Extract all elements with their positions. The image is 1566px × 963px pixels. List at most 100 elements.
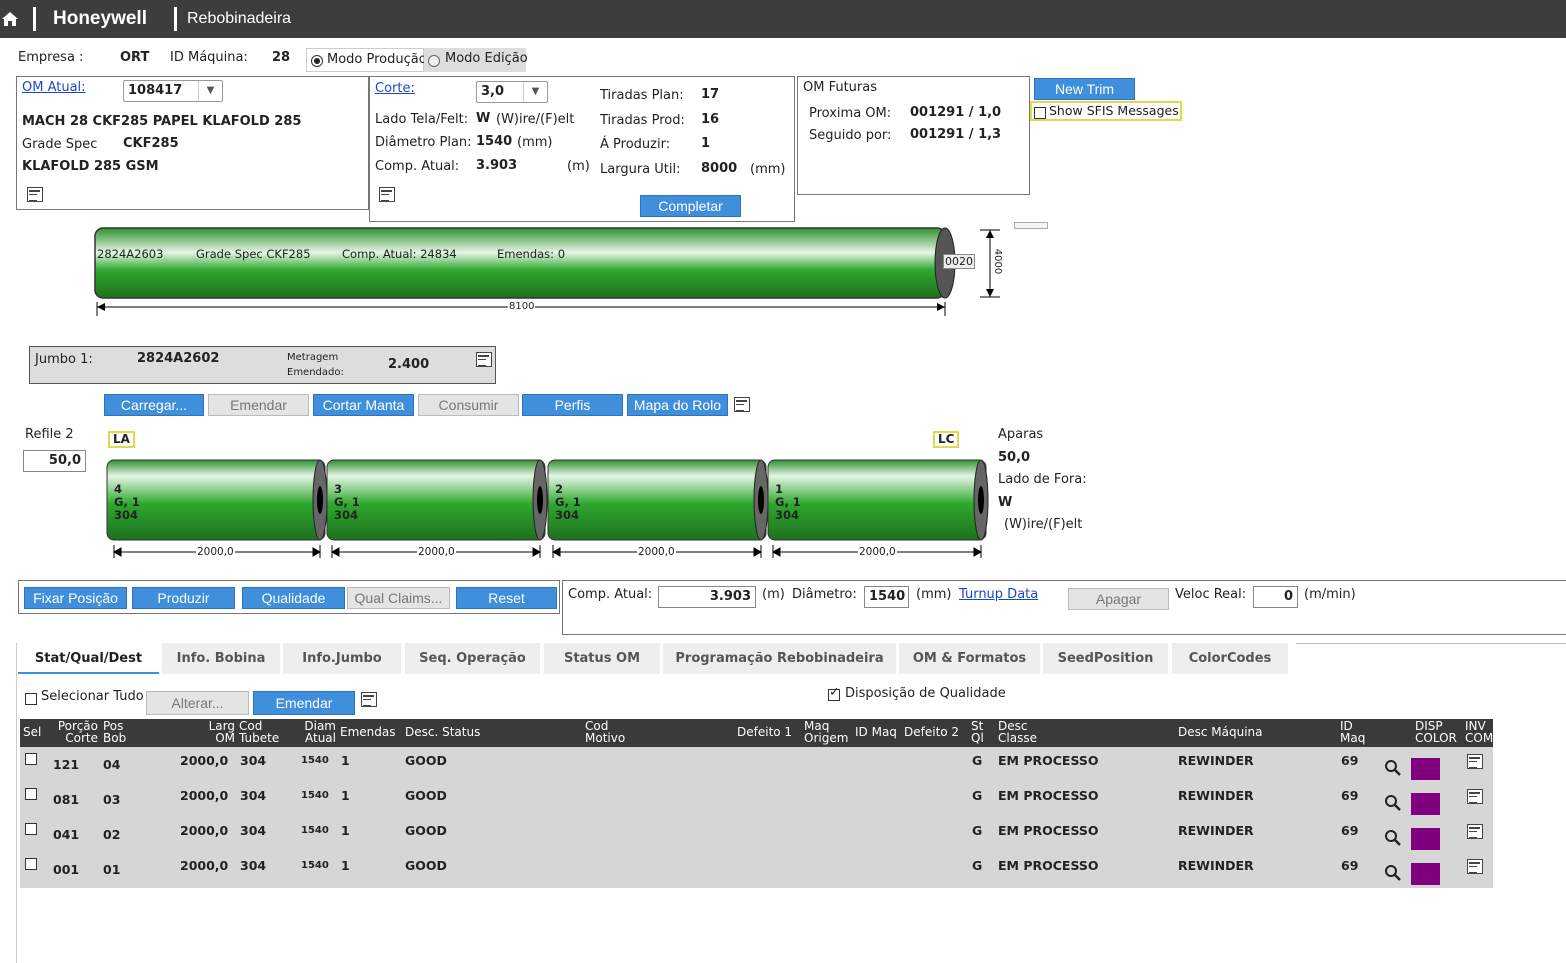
- search-icon[interactable]: [1384, 759, 1402, 777]
- maquina-label: ID Máquina:: [170, 50, 248, 65]
- jumbo-roll-width: 8100: [508, 301, 536, 312]
- status-diam-input[interactable]: 1540: [864, 586, 909, 608]
- perfis-button[interactable]: Perfis: [522, 394, 623, 416]
- mapa-do-rolo-button[interactable]: Mapa do Rolo: [627, 394, 728, 416]
- show-sfis-toggle[interactable]: Show SFIS Messages: [1030, 101, 1182, 121]
- notes-icon[interactable]: [379, 187, 395, 202]
- col-desc-status[interactable]: Desc. Status: [405, 726, 480, 738]
- col-maq-origem[interactable]: Maq Origem: [804, 720, 852, 744]
- row-checkbox[interactable]: [25, 753, 37, 765]
- tab-stat-qual-dest[interactable]: Stat/Qual/Dest: [18, 643, 159, 674]
- emendar-button[interactable]: Emendar: [208, 394, 309, 416]
- alterar-button[interactable]: Alterar...: [146, 691, 249, 715]
- carregar-button[interactable]: Carregar...: [104, 394, 204, 416]
- col-diam[interactable]: Diam Atual: [296, 720, 336, 744]
- notes-icon[interactable]: [1467, 789, 1483, 804]
- om-select[interactable]: 108417 ▼: [123, 80, 223, 102]
- col-emendas[interactable]: Emendas: [340, 726, 395, 738]
- om-atual-link[interactable]: OM Atual:: [22, 80, 86, 95]
- col-defeito1[interactable]: Defeito 1: [737, 726, 792, 738]
- col-larg[interactable]: Larg OM: [205, 720, 235, 744]
- new-trim-button[interactable]: New Trim: [1034, 78, 1135, 100]
- col-defeito2[interactable]: Defeito 2: [904, 726, 959, 738]
- reset-button[interactable]: Reset: [456, 587, 557, 609]
- col-pos[interactable]: Pos Bob: [103, 720, 129, 744]
- cell-larg: 2000,0: [180, 788, 229, 803]
- cell-larg: 2000,0: [180, 753, 229, 768]
- col-sel[interactable]: Sel: [23, 726, 41, 738]
- roll-2[interactable]: [547, 459, 769, 541]
- tab-om-formatos[interactable]: OM & Formatos: [899, 643, 1040, 674]
- col-porcao[interactable]: Porção Corte: [53, 720, 98, 744]
- disp-color-swatch[interactable]: [1411, 828, 1440, 850]
- notes-icon[interactable]: [1467, 859, 1483, 874]
- modo-producao-label: Modo Produção: [327, 52, 427, 67]
- turnup-data-link[interactable]: Turnup Data: [959, 587, 1038, 602]
- tab-programacao[interactable]: Programação Rebobinadeira: [663, 643, 896, 674]
- diam-plan-value: 1540: [476, 134, 513, 149]
- modo-edicao-radio[interactable]: Modo Edição: [424, 48, 528, 72]
- qual-claims-button[interactable]: Qual Claims...: [347, 587, 450, 609]
- corte-select[interactable]: 3,0 ▼: [476, 81, 548, 103]
- row-checkbox[interactable]: [25, 788, 37, 800]
- row-checkbox[interactable]: [25, 858, 37, 870]
- sfis-checkbox[interactable]: [1034, 107, 1046, 119]
- scroll-handle[interactable]: [1014, 222, 1048, 229]
- col-cod-motivo[interactable]: Cod Motivo: [585, 720, 630, 744]
- notes-icon[interactable]: [734, 397, 750, 412]
- col-desc-classe[interactable]: Desc Classe: [998, 720, 1038, 744]
- disp-color-swatch[interactable]: [1411, 758, 1440, 780]
- tab-seq-operacao[interactable]: Seq. Operação: [405, 643, 540, 674]
- emendar-table-button[interactable]: Emendar: [253, 691, 355, 715]
- cell-maquina: REWINDER: [1178, 788, 1254, 803]
- refile-input[interactable]: 50,0: [23, 450, 86, 472]
- search-icon[interactable]: [1384, 794, 1402, 812]
- cell-st: G: [972, 753, 983, 768]
- qualidade-button[interactable]: Qualidade: [242, 587, 345, 609]
- largura-util-label: Largura Util:: [600, 162, 681, 177]
- notes-icon[interactable]: [27, 187, 43, 202]
- search-icon[interactable]: [1384, 864, 1402, 882]
- divider: [33, 7, 36, 31]
- select-all-checkbox[interactable]: [25, 693, 37, 705]
- col-inv-com[interactable]: INV COM: [1465, 720, 1495, 744]
- modo-producao-radio[interactable]: Modo Produção: [306, 48, 427, 72]
- notes-icon[interactable]: [1467, 754, 1483, 769]
- status-comp-input[interactable]: 3.903: [658, 586, 756, 608]
- disp-color-swatch[interactable]: [1411, 793, 1440, 815]
- cortar-manta-button[interactable]: Cortar Manta: [313, 394, 414, 416]
- tab-seedposition[interactable]: SeedPosition: [1043, 643, 1168, 674]
- row-checkbox[interactable]: [25, 823, 37, 835]
- veloc-input[interactable]: 0: [1253, 586, 1298, 608]
- tiradas-prod-value: 16: [701, 112, 720, 127]
- col-tubete[interactable]: Cod Tubete: [239, 720, 287, 744]
- disposicao-checkbox[interactable]: ✓: [828, 686, 840, 701]
- roll-1[interactable]: [767, 459, 989, 541]
- notes-icon[interactable]: [361, 692, 377, 707]
- col-st-ql[interactable]: St Ql: [971, 720, 989, 744]
- col-id-maq[interactable]: ID Maq: [855, 726, 897, 738]
- tab-info-jumbo[interactable]: Info.Jumbo: [283, 643, 401, 674]
- col-disp-color[interactable]: DISP COLOR: [1415, 720, 1463, 744]
- tab-info-bobina[interactable]: Info. Bobina: [162, 643, 280, 674]
- disp-color-swatch[interactable]: [1411, 863, 1440, 885]
- search-icon[interactable]: [1384, 829, 1402, 847]
- jumbo-roll-body[interactable]: [94, 227, 946, 299]
- col-id-maq2[interactable]: ID Maq: [1340, 720, 1370, 744]
- produzir-button[interactable]: Produzir: [132, 587, 235, 609]
- jumbo-roll-grade: Grade Spec CKF285: [196, 247, 311, 261]
- consumir-button[interactable]: Consumir: [418, 394, 519, 416]
- grade-spec-label: Grade Spec: [22, 137, 98, 152]
- notes-icon[interactable]: [476, 352, 492, 367]
- apagar-button[interactable]: Apagar: [1068, 588, 1169, 610]
- tab-colorcodes[interactable]: ColorCodes: [1172, 643, 1288, 674]
- col-desc-maquina[interactable]: Desc Máquina: [1178, 726, 1263, 738]
- notes-icon[interactable]: [1467, 824, 1483, 839]
- roll-3[interactable]: [326, 459, 548, 541]
- completar-button[interactable]: Completar: [640, 195, 741, 217]
- roll-4[interactable]: [106, 459, 328, 541]
- fixar-posicao-button[interactable]: Fixar Posição: [24, 587, 127, 609]
- home-icon[interactable]: [0, 9, 20, 29]
- corte-link[interactable]: Corte:: [375, 81, 415, 96]
- tab-status-om[interactable]: Status OM: [544, 643, 660, 674]
